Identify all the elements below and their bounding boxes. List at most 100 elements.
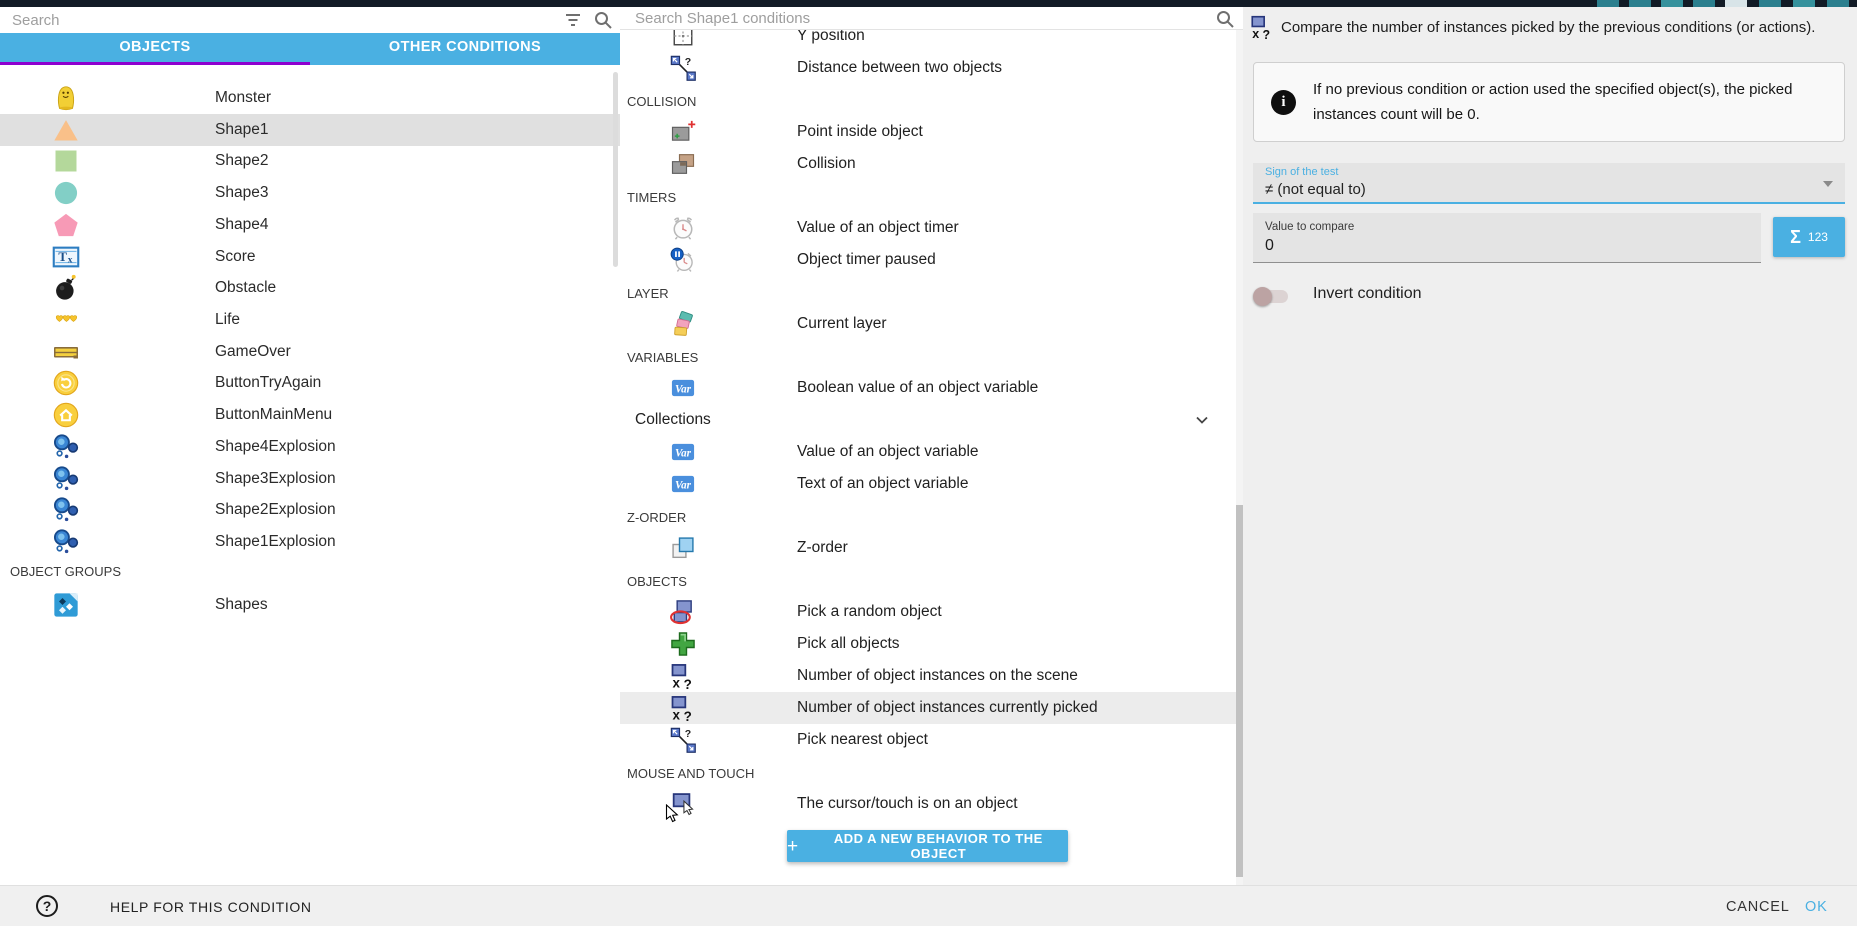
condition-label: Number of object instances on the scene — [797, 660, 1078, 692]
condition-list-scrollbar[interactable] — [1236, 505, 1243, 877]
help-icon[interactable]: ? — [36, 895, 58, 917]
shape4-pentagon-icon — [52, 211, 80, 239]
pick-all-icon — [669, 630, 697, 658]
search-icon[interactable] — [1215, 9, 1235, 29]
hearts-icon — [52, 306, 80, 334]
object-row-score[interactable]: TxScore — [0, 241, 620, 273]
condition-group-header: MOUSE AND TOUCH — [627, 756, 1127, 788]
condition-label: Boolean value of an object variable — [797, 372, 1038, 404]
expression-builder-button[interactable]: Σ 123 — [1773, 217, 1845, 257]
search-icon[interactable] — [593, 10, 613, 30]
expander-label: Collections — [635, 404, 711, 436]
particles-icon — [52, 528, 80, 556]
layers-icon — [669, 310, 697, 338]
object-row-shape3[interactable]: Shape3 — [0, 177, 620, 209]
help-button[interactable]: HELP FOR THIS CONDITION — [110, 899, 312, 915]
filter-icon[interactable] — [563, 10, 583, 30]
object-row-buttontryagain[interactable]: ButtonTryAgain — [0, 367, 620, 399]
condition-row-current-layer[interactable]: Current layer — [620, 308, 1236, 340]
object-row-shape1explosion[interactable]: Shape1Explosion — [0, 526, 620, 558]
object-row-shape2explosion[interactable]: Shape2Explosion — [0, 494, 620, 526]
plus-icon: + — [787, 837, 799, 856]
condition-list: Y position?Distance between two objectsC… — [620, 20, 1243, 885]
object-list-scrollbar[interactable] — [613, 72, 618, 267]
object-row-shape4explosion[interactable]: Shape4Explosion — [0, 431, 620, 463]
value-to-compare-field: Value to compare — [1253, 213, 1761, 263]
cancel-button[interactable]: CANCEL — [1726, 899, 1790, 915]
condition-label: Pick nearest object — [797, 724, 928, 756]
object-search-bar — [0, 7, 620, 33]
add-behavior-button[interactable]: + ADD A NEW BEHAVIOR TO THE OBJECT — [787, 830, 1068, 862]
condition-row-number-of-object-instances-on-the-scene[interactable]: x?Number of object instances on the scen… — [620, 660, 1236, 692]
condition-row-value-of-an-object-variable[interactable]: VarValue of an object variable — [620, 436, 1236, 468]
svg-text:x: x — [673, 676, 681, 690]
object-row-shape3explosion[interactable]: Shape3Explosion — [0, 463, 620, 495]
condition-row-collision[interactable]: Collision — [620, 148, 1236, 180]
value-to-compare-label: Value to compare — [1265, 221, 1354, 233]
toolbar-tile — [1661, 0, 1683, 7]
bomb-icon — [52, 274, 80, 302]
condition-search-input[interactable] — [635, 8, 1195, 29]
object-row-life[interactable]: Life — [0, 304, 620, 336]
condition-row-pick-a-random-object[interactable]: Pick a random object — [620, 596, 1236, 628]
condition-label: Object timer paused — [797, 244, 936, 276]
condition-row-distance-between-two-objects[interactable]: ?Distance between two objects — [620, 52, 1236, 84]
condition-row-the-cursor-touch-is-on-an-object[interactable]: The cursor/touch is on an object — [620, 788, 1236, 820]
condition-group-header: Z-ORDER — [627, 500, 1127, 532]
tab-other-conditions[interactable]: OTHER CONDITIONS — [310, 33, 620, 62]
condition-label: Current layer — [797, 308, 887, 340]
condition-group-header: COLLISION — [627, 84, 1127, 116]
object-row-monster[interactable]: Monster — [0, 82, 620, 114]
particles-icon — [52, 465, 80, 493]
condition-search-bar — [620, 7, 1243, 30]
object-row-buttonmainmenu[interactable]: ButtonMainMenu — [0, 399, 620, 431]
value-to-compare-input[interactable] — [1265, 237, 1745, 255]
condition-row-boolean-value-of-an-object-variable[interactable]: Var Boolean value of an object variable — [620, 372, 1236, 404]
condition-row-text-of-an-object-variable[interactable]: Var Text of an object variable — [620, 468, 1236, 500]
svg-text:?: ? — [685, 56, 691, 68]
svg-text:Var: Var — [675, 480, 692, 492]
point-inside-icon — [669, 118, 697, 146]
condition-row-number-of-object-instances-currently-picked[interactable]: x?Number of object instances currently p… — [620, 692, 1236, 724]
condition-row-point-inside-object[interactable]: Point inside object — [620, 116, 1236, 148]
object-label: Obstacle — [215, 272, 276, 304]
sign-of-test-select[interactable]: Sign of the test ≠ (not equal to) — [1253, 163, 1845, 204]
timer-paused-icon — [669, 246, 697, 274]
object-row-shape4[interactable]: Shape4 — [0, 209, 620, 241]
group-row-shapes[interactable]: Shapes — [0, 589, 620, 621]
object-row-obstacle[interactable]: Obstacle — [0, 272, 620, 304]
object-label: Shape3 — [215, 177, 268, 209]
object-row-shape1[interactable]: Shape1 — [0, 114, 620, 146]
condition-editor-dialog: OBJECTSOTHER CONDITIONS MonsterShape1Sha… — [0, 0, 1857, 926]
sign-of-test-value: ≠ (not equal to) — [1265, 181, 1366, 198]
object-search-input[interactable] — [12, 9, 542, 31]
condition-label: Point inside object — [797, 116, 923, 148]
condition-label: Text of an object variable — [797, 468, 968, 500]
toolbar-tile — [1725, 0, 1747, 7]
condition-label: Z-order — [797, 532, 848, 564]
shape2-square-icon — [52, 147, 80, 175]
svg-text:x: x — [68, 255, 73, 265]
object-row-gameover[interactable]: GameOver — [0, 336, 620, 368]
object-row-shape2[interactable]: Shape2 — [0, 145, 620, 177]
condition-group-header: LAYER — [627, 276, 1127, 308]
invert-condition-toggle[interactable] — [1256, 290, 1288, 303]
ok-button[interactable]: OK — [1805, 899, 1828, 915]
condition-row-pick-all-objects[interactable]: Pick all objects — [620, 628, 1236, 660]
object-label: Shape4 — [215, 209, 268, 241]
condition-row-pick-nearest-object[interactable]: ?Pick nearest object — [620, 724, 1236, 756]
condition-row-value-of-an-object-timer[interactable]: Value of an object timer — [620, 212, 1236, 244]
object-groups-header: OBJECT GROUPS — [10, 558, 410, 586]
condition-label: The cursor/touch is on an object — [797, 788, 1018, 820]
condition-row-object-timer-paused[interactable]: Object timer paused — [620, 244, 1236, 276]
condition-row-z-order[interactable]: Z-order — [620, 532, 1236, 564]
tab-objects[interactable]: OBJECTS — [0, 33, 310, 62]
condition-group-header: TIMERS — [627, 180, 1127, 212]
timer-icon — [669, 214, 697, 242]
object-label: ButtonMainMenu — [215, 399, 332, 431]
mouse-cursor — [665, 804, 680, 829]
svg-text:Var: Var — [675, 384, 692, 396]
expander-collections[interactable]: Collections — [620, 404, 1236, 436]
toolbar-tile — [1759, 0, 1781, 7]
var-icon: Var — [669, 438, 697, 466]
